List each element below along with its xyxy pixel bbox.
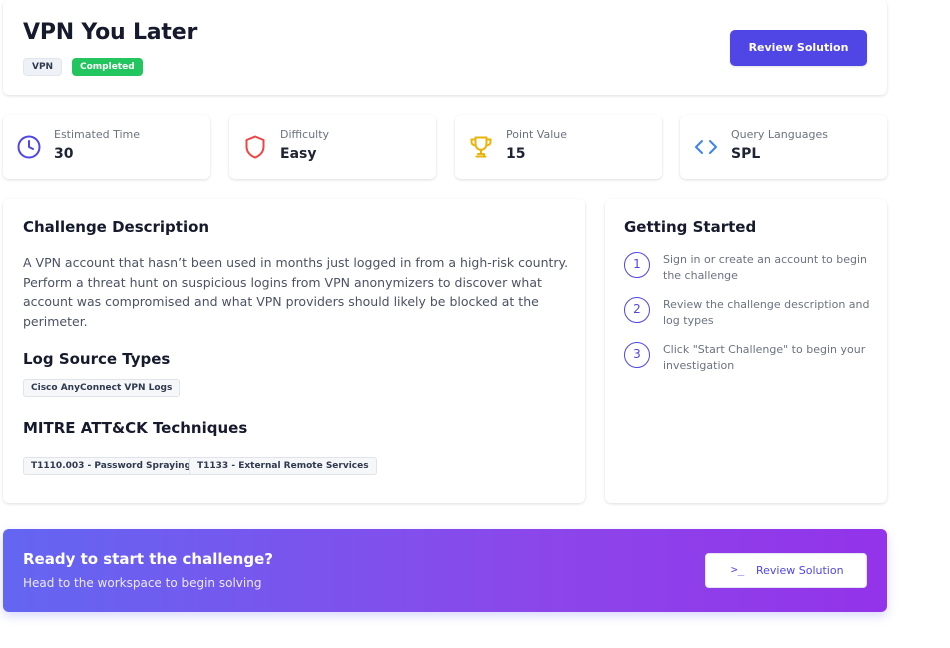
step-text: Click "Start Challenge" to begin your in… (663, 343, 866, 372)
step-number: 2 (624, 297, 650, 323)
stat-point-value: Point Value 15 (455, 115, 662, 179)
log-source-heading: Log Source Types (23, 350, 171, 368)
stat-query-languages: Query Languages SPL (680, 115, 887, 179)
code-icon (692, 133, 720, 161)
step-number: 3 (624, 342, 650, 368)
stat-label: Point Value (506, 128, 568, 141)
stat-value: Easy (280, 146, 317, 162)
stat-label: Query Languages (731, 128, 828, 141)
clock-icon (15, 133, 43, 161)
shield-icon (241, 133, 269, 161)
log-source-tag: Cisco AnyConnect VPN Logs (23, 379, 181, 397)
stat-difficulty: Difficulty Easy (229, 115, 436, 179)
trophy-icon (467, 133, 495, 161)
stat-value: 30 (54, 146, 74, 162)
banner-review-solution-button[interactable]: >_ Review Solution (705, 553, 867, 588)
mitre-technique-tag: T1110.003 - Password Spraying (23, 457, 200, 475)
banner-title: Ready to start the challenge? (23, 550, 273, 568)
challenge-description-card: Challenge Description A VPN account that… (3, 199, 585, 503)
step-number: 1 (624, 252, 650, 278)
stat-value: SPL (731, 146, 761, 162)
terminal-icon: >_ (731, 563, 745, 576)
banner-subtitle: Head to the workspace to begin solving (23, 576, 262, 590)
stat-label: Difficulty (280, 128, 330, 141)
banner-button-label: Review Solution (756, 564, 844, 577)
page-title: VPN You Later (23, 20, 198, 45)
step-text: Review the challenge description and log… (663, 298, 870, 327)
mitre-technique-tag: T1133 - External Remote Services (189, 457, 377, 475)
review-solution-button[interactable]: Review Solution (730, 30, 867, 66)
stat-label: Estimated Time (54, 128, 140, 141)
mitre-heading: MITRE ATT&CK Techniques (23, 419, 248, 437)
stat-estimated-time: Estimated Time 30 (3, 115, 210, 179)
description-heading: Challenge Description (23, 218, 210, 236)
description-text: A VPN account that hasn’t been used in m… (23, 255, 569, 329)
challenge-header: VPN You Later VPN Completed Review Solut… (3, 0, 887, 95)
start-challenge-banner: Ready to start the challenge? Head to th… (3, 529, 887, 612)
stat-value: 15 (506, 146, 526, 162)
status-badge: Completed (72, 58, 143, 76)
getting-started-card: Getting Started 1 Sign in or create an a… (605, 199, 887, 503)
step-text: Sign in or create an account to begin th… (663, 253, 868, 282)
category-badge: VPN (23, 58, 63, 76)
getting-started-heading: Getting Started (624, 218, 757, 236)
